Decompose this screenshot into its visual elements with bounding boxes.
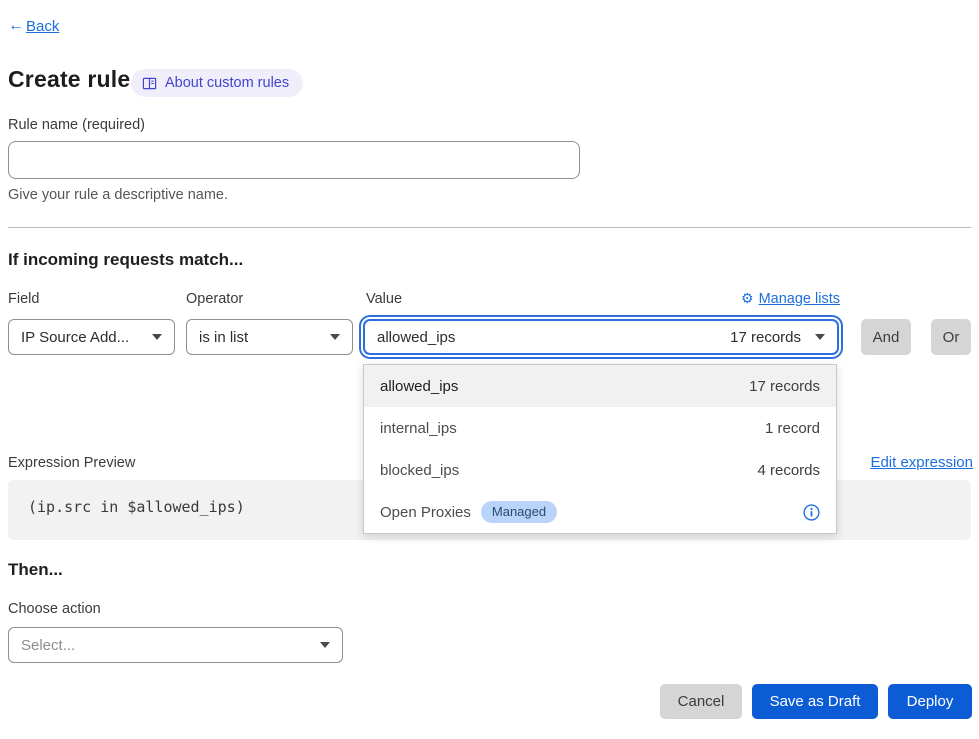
list-item-name: Open Proxies <box>380 504 471 521</box>
list-item-open-proxies[interactable]: Open Proxies Managed <box>364 491 836 533</box>
then-section-heading: Then... <box>8 560 63 580</box>
create-rule-page: ← Back Create rule About custom rules Ru… <box>0 0 979 739</box>
list-item-blocked-ips[interactable]: blocked_ips 4 records <box>364 449 836 491</box>
or-button[interactable]: Or <box>931 319 971 355</box>
field-label: Field <box>8 291 39 307</box>
expression-code: (ip.src in $allowed_ips) <box>28 498 245 516</box>
value-select-record-count: 17 records <box>730 329 801 346</box>
back-label: Back <box>26 18 59 35</box>
page-title: Create rule <box>8 66 130 93</box>
value-label: Value <box>366 291 402 307</box>
list-item-name: allowed_ips <box>380 378 458 395</box>
managed-badge: Managed <box>481 501 557 523</box>
list-item-allowed-ips[interactable]: allowed_ips 17 records <box>364 365 836 407</box>
manage-lists-label: Manage lists <box>759 291 840 307</box>
list-item-name: blocked_ips <box>380 462 459 479</box>
back-arrow-icon: ← <box>8 17 24 35</box>
manage-lists-link[interactable]: ⚙ Manage lists <box>741 290 840 307</box>
value-select[interactable]: allowed_ips 17 records <box>363 319 839 355</box>
match-section-heading: If incoming requests match... <box>8 250 243 270</box>
book-icon <box>142 76 157 91</box>
about-custom-rules-badge[interactable]: About custom rules <box>131 69 303 97</box>
edit-expression-link[interactable]: Edit expression <box>870 454 973 471</box>
chevron-down-icon <box>320 642 330 648</box>
expression-preview-label: Expression Preview <box>8 455 135 471</box>
list-item-name: internal_ips <box>380 420 457 437</box>
action-select-placeholder: Select... <box>21 637 75 654</box>
operator-label: Operator <box>186 291 243 307</box>
rule-name-input[interactable] <box>8 141 580 179</box>
back-link[interactable]: ← Back <box>8 17 59 35</box>
field-select-value: IP Source Add... <box>21 329 129 346</box>
action-select[interactable]: Select... <box>8 627 343 663</box>
rule-name-helper: Give your rule a descriptive name. <box>8 187 228 203</box>
about-badge-label: About custom rules <box>165 75 289 91</box>
list-item-record-count: 17 records <box>749 378 820 395</box>
list-item-internal-ips[interactable]: internal_ips 1 record <box>364 407 836 449</box>
cancel-button[interactable]: Cancel <box>660 684 742 719</box>
chevron-down-icon <box>152 334 162 340</box>
list-dropdown-panel: allowed_ips 17 records internal_ips 1 re… <box>363 364 837 534</box>
rule-name-label: Rule name (required) <box>8 117 145 133</box>
chevron-down-icon <box>815 334 825 340</box>
deploy-button[interactable]: Deploy <box>888 684 972 719</box>
operator-select[interactable]: is in list <box>186 319 353 355</box>
operator-select-value: is in list <box>199 329 248 346</box>
field-select[interactable]: IP Source Add... <box>8 319 175 355</box>
gear-icon: ⚙ <box>741 290 754 307</box>
chevron-down-icon <box>330 334 340 340</box>
section-divider <box>8 227 971 228</box>
choose-action-label: Choose action <box>8 601 101 617</box>
save-as-draft-button[interactable]: Save as Draft <box>752 684 878 719</box>
info-icon[interactable] <box>803 504 820 521</box>
value-select-selected: allowed_ips <box>377 329 455 346</box>
list-item-record-count: 4 records <box>757 462 820 479</box>
and-button[interactable]: And <box>861 319 911 355</box>
list-item-record-count: 1 record <box>765 420 820 437</box>
